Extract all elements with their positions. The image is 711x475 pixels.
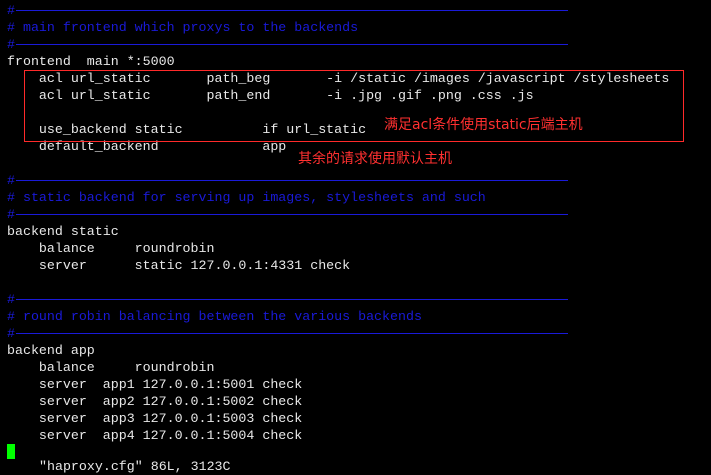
line-text: # static backend for serving up images, … <box>7 190 486 205</box>
comment-line: # main frontend which proxys to the back… <box>7 19 669 36</box>
line-text: frontend main *:5000 <box>7 54 175 69</box>
line-text: server app4 127.0.0.1:5004 check <box>7 428 303 443</box>
line-text: server app2 127.0.0.1:5002 check <box>7 394 303 409</box>
config-line: backend static <box>7 223 669 240</box>
config-line: balance roundrobin <box>7 240 669 257</box>
terminal-cursor <box>7 444 15 459</box>
terminal-buffer[interactable]: # # main frontend which proxys to the bac… <box>7 2 669 444</box>
line-text: # round robin balancing between the vari… <box>7 309 422 324</box>
config-line: frontend main *:5000 <box>7 53 669 70</box>
separator-dash <box>15 43 568 45</box>
config-line: server app1 127.0.0.1:5001 check <box>7 376 669 393</box>
separator-line: # <box>7 291 669 308</box>
line-text: # <box>7 326 15 341</box>
comment-line: # static backend for serving up images, … <box>7 189 669 206</box>
separator-line: # <box>7 325 669 342</box>
separator-line: # <box>7 2 669 19</box>
line-text: # <box>7 37 15 52</box>
separator-dash <box>15 213 568 215</box>
separator-dash <box>15 298 568 300</box>
config-line: server app2 127.0.0.1:5002 check <box>7 393 669 410</box>
line-text: # main frontend which proxys to the back… <box>7 20 359 35</box>
separator-line: # <box>7 36 669 53</box>
annotation-default-backend: 其余的请求使用默认主机 <box>298 151 452 167</box>
config-line: backend app <box>7 342 669 359</box>
status-line: "haproxy.cfg" 86L, 3123C <box>39 459 231 474</box>
line-text: # <box>7 207 15 222</box>
line-text: # <box>7 173 15 188</box>
config-line: server static 127.0.0.1:4331 check <box>7 257 669 274</box>
line-text: backend app <box>7 343 95 358</box>
config-line: balance roundrobin <box>7 359 669 376</box>
config-line: server app3 127.0.0.1:5003 check <box>7 410 669 427</box>
line-text: # <box>7 3 15 18</box>
line-text: server static 127.0.0.1:4331 check <box>7 258 351 273</box>
highlight-box <box>24 70 684 142</box>
line-text: server app3 127.0.0.1:5003 check <box>7 411 303 426</box>
line-text: backend static <box>7 224 119 239</box>
line-text: # <box>7 292 15 307</box>
config-line: server app4 127.0.0.1:5004 check <box>7 427 669 444</box>
separator-line: # <box>7 172 669 189</box>
separator-line: # <box>7 206 669 223</box>
config-line <box>7 274 669 291</box>
line-text: balance roundrobin <box>7 360 215 375</box>
separator-dash <box>15 9 568 11</box>
separator-dash <box>15 332 568 334</box>
line-text: server app1 127.0.0.1:5001 check <box>7 377 303 392</box>
line-text: balance roundrobin <box>7 241 215 256</box>
separator-dash <box>15 179 568 181</box>
comment-line: # round robin balancing between the vari… <box>7 308 669 325</box>
annotation-acl-static: 满足acl条件使用static后端主机 <box>384 117 583 133</box>
